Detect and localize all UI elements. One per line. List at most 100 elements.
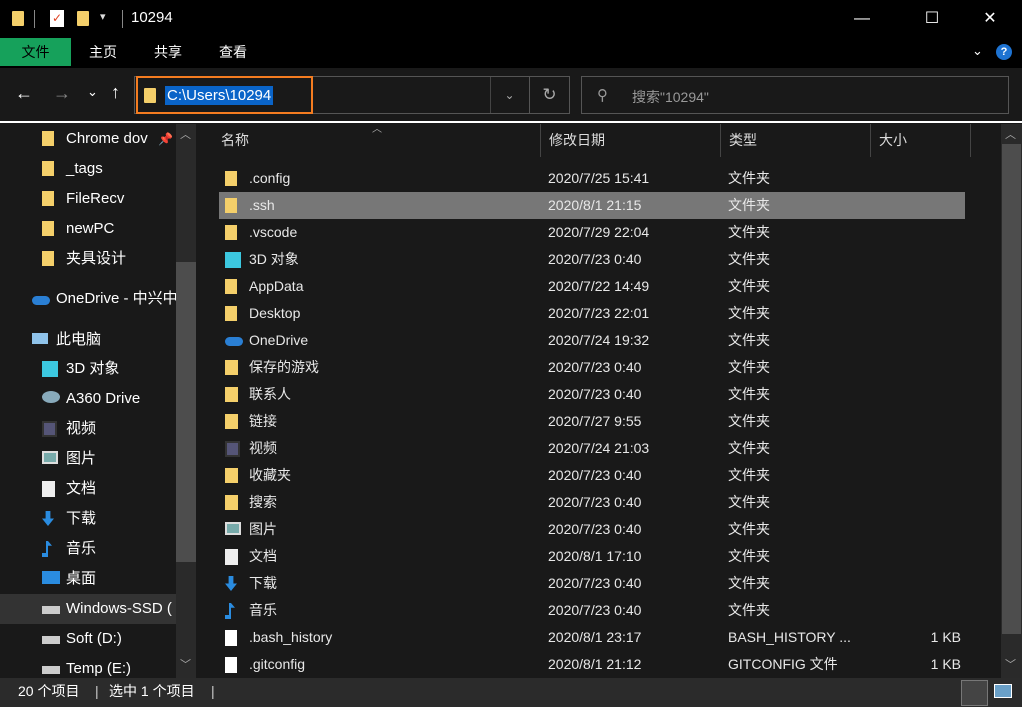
- close-button[interactable]: ✕: [967, 0, 1013, 38]
- file-date: 2020/7/22 14:49: [548, 278, 650, 294]
- large-icons-view-button[interactable]: [994, 684, 1012, 698]
- sidebar-item-label: newPC: [66, 220, 115, 237]
- address-highlight[interactable]: C:\Users\10294: [136, 76, 313, 114]
- file-row[interactable]: .ssh 2020/8/1 21:15 文件夹: [219, 192, 965, 219]
- address-path[interactable]: C:\Users\10294: [165, 86, 274, 105]
- documents-icon: [42, 481, 55, 497]
- sidebar-item[interactable]: _tags: [0, 154, 176, 184]
- file-row[interactable]: .vscode 2020/7/29 22:04 文件夹: [219, 219, 965, 246]
- recent-locations-button[interactable]: ⌄: [87, 84, 98, 100]
- file-row[interactable]: 3D 对象 2020/7/23 0:40 文件夹: [219, 246, 965, 273]
- file-row[interactable]: 视频 2020/7/24 21:03 文件夹: [219, 435, 965, 462]
- sidebar-item[interactable]: A360 Drive: [0, 384, 176, 414]
- file-name: 图片: [249, 521, 277, 537]
- sidebar-item-label: _tags: [66, 160, 103, 177]
- file-row[interactable]: .bash_history 2020/8/1 23:17 BASH_HISTORY …: [219, 624, 965, 651]
- column-header-size[interactable]: 大小: [871, 124, 971, 157]
- column-header-type[interactable]: 类型: [721, 124, 871, 157]
- details-view-button[interactable]: [961, 680, 988, 706]
- file-date: 2020/7/23 0:40: [548, 602, 642, 618]
- file-row[interactable]: 搜索 2020/7/23 0:40 文件夹: [219, 489, 965, 516]
- file-list-scrollbar[interactable]: ︿ ﹀: [1001, 124, 1022, 678]
- file-date: 2020/7/29 22:04: [548, 224, 650, 240]
- minimize-button[interactable]: —: [839, 0, 885, 38]
- sidebar-item[interactable]: Soft (D:): [0, 624, 176, 654]
- help-icon[interactable]: ?: [996, 44, 1012, 60]
- forward-button[interactable]: →: [53, 83, 71, 104]
- customize-toolbar-icon[interactable]: ▾: [100, 10, 106, 23]
- sidebar-item[interactable]: 此电脑: [0, 325, 176, 355]
- file-date: 2020/8/1 21:15: [548, 197, 642, 213]
- folder-icon: [42, 221, 54, 236]
- back-button[interactable]: ←: [15, 83, 33, 104]
- search-folder-icon: [225, 495, 238, 510]
- sidebar-item[interactable]: newPC: [0, 214, 176, 244]
- sidebar-item[interactable]: 桌面: [0, 564, 176, 594]
- file-row[interactable]: 联系人 2020/7/23 0:40 文件夹: [219, 381, 965, 408]
- properties-icon[interactable]: ✓: [50, 10, 64, 27]
- file-date: 2020/7/27 9:55: [548, 413, 642, 429]
- file-row[interactable]: OneDrive 2020/7/24 19:32 文件夹: [219, 327, 965, 354]
- sidebar-scrollbar[interactable]: ︿ ﹀: [176, 124, 196, 678]
- file-type: 文件夹: [728, 386, 770, 402]
- pin-icon[interactable]: 📌: [158, 124, 173, 154]
- sidebar-item-label: 下载: [66, 510, 97, 527]
- tab-view[interactable]: 查看: [210, 38, 256, 66]
- search-icon: ⚲: [597, 87, 608, 104]
- search-box[interactable]: ⚲ 搜索"10294": [581, 76, 1009, 114]
- file-type: 文件夹: [728, 548, 770, 564]
- sidebar-item[interactable]: FileRecv: [0, 184, 176, 214]
- sidebar-item[interactable]: 图片: [0, 444, 176, 474]
- sidebar-item-label: A360 Drive: [66, 390, 141, 407]
- file-row[interactable]: 音乐 2020/7/23 0:40 文件夹: [219, 597, 965, 624]
- maximize-button[interactable]: ☐: [909, 0, 955, 38]
- file-date: 2020/8/1 23:17: [548, 629, 642, 645]
- up-button[interactable]: ↑: [111, 82, 120, 103]
- sidebar-item[interactable]: Chrome dov 📌: [0, 124, 176, 154]
- file-icon: [225, 657, 237, 673]
- folder-icon: [225, 225, 237, 240]
- sidebar-item[interactable]: 下载: [0, 504, 176, 534]
- onedrive-icon: [225, 337, 243, 346]
- file-row[interactable]: 下载 2020/7/23 0:40 文件夹: [219, 570, 965, 597]
- file-row[interactable]: 链接 2020/7/27 9:55 文件夹: [219, 408, 965, 435]
- music-icon: [42, 541, 52, 557]
- tab-home[interactable]: 主页: [80, 38, 126, 66]
- file-row[interactable]: 收藏夹 2020/7/23 0:40 文件夹: [219, 462, 965, 489]
- navigation-pane: Chrome dov 📌 _tags FileRecv newPC 夹具设计 OneDriv…: [0, 124, 196, 678]
- file-row[interactable]: 保存的游戏 2020/7/23 0:40 文件夹: [219, 354, 965, 381]
- folder-icon: [225, 306, 237, 321]
- refresh-button[interactable]: ↻: [529, 76, 570, 114]
- folder-icon: [144, 88, 156, 103]
- favorites-icon: [225, 468, 238, 483]
- file-name: AppData: [249, 278, 304, 294]
- file-row[interactable]: .gitconfig 2020/8/1 21:12 GITCONFIG 文件 1 KB: [219, 651, 965, 678]
- file-row[interactable]: 图片 2020/7/23 0:40 文件夹: [219, 516, 965, 543]
- address-dropdown-button[interactable]: ⌄: [490, 77, 528, 113]
- sidebar-item[interactable]: 夹具设计: [0, 244, 176, 274]
- navigation-bar: ← → ⌄ ↑ C:\Users\10294 ⌄ ↻ ⚲ 搜索"10294": [0, 68, 1022, 122]
- sidebar-item[interactable]: 音乐: [0, 534, 176, 564]
- expand-ribbon-icon[interactable]: ⌄: [972, 43, 983, 59]
- file-type: 文件夹: [728, 305, 770, 321]
- sidebar-item[interactable]: 文档: [0, 474, 176, 504]
- file-name: 文档: [249, 548, 277, 564]
- folder-icon: [42, 251, 54, 266]
- tab-share[interactable]: 共享: [145, 38, 191, 66]
- sidebar-item[interactable]: 3D 对象: [0, 354, 176, 384]
- file-row[interactable]: .config 2020/7/25 15:41 文件夹: [219, 165, 965, 192]
- download-icon: [42, 511, 54, 526]
- sidebar-item[interactable]: Windows-SSD (: [0, 594, 176, 624]
- search-placeholder[interactable]: 搜索"10294": [632, 87, 709, 107]
- new-folder-icon[interactable]: [77, 11, 89, 26]
- file-row[interactable]: 文档 2020/8/1 17:10 文件夹: [219, 543, 965, 570]
- file-row[interactable]: Desktop 2020/7/23 22:01 文件夹: [219, 300, 965, 327]
- sidebar-item[interactable]: 视频: [0, 414, 176, 444]
- file-type: 文件夹: [728, 224, 770, 240]
- file-type: GITCONFIG 文件: [728, 656, 838, 672]
- sidebar-item[interactable]: OneDrive - 中兴中: [0, 284, 176, 314]
- column-header-date[interactable]: 修改日期: [541, 124, 721, 157]
- file-row[interactable]: AppData 2020/7/22 14:49 文件夹: [219, 273, 965, 300]
- video-icon: [42, 421, 57, 437]
- tab-file[interactable]: 文件: [0, 38, 71, 66]
